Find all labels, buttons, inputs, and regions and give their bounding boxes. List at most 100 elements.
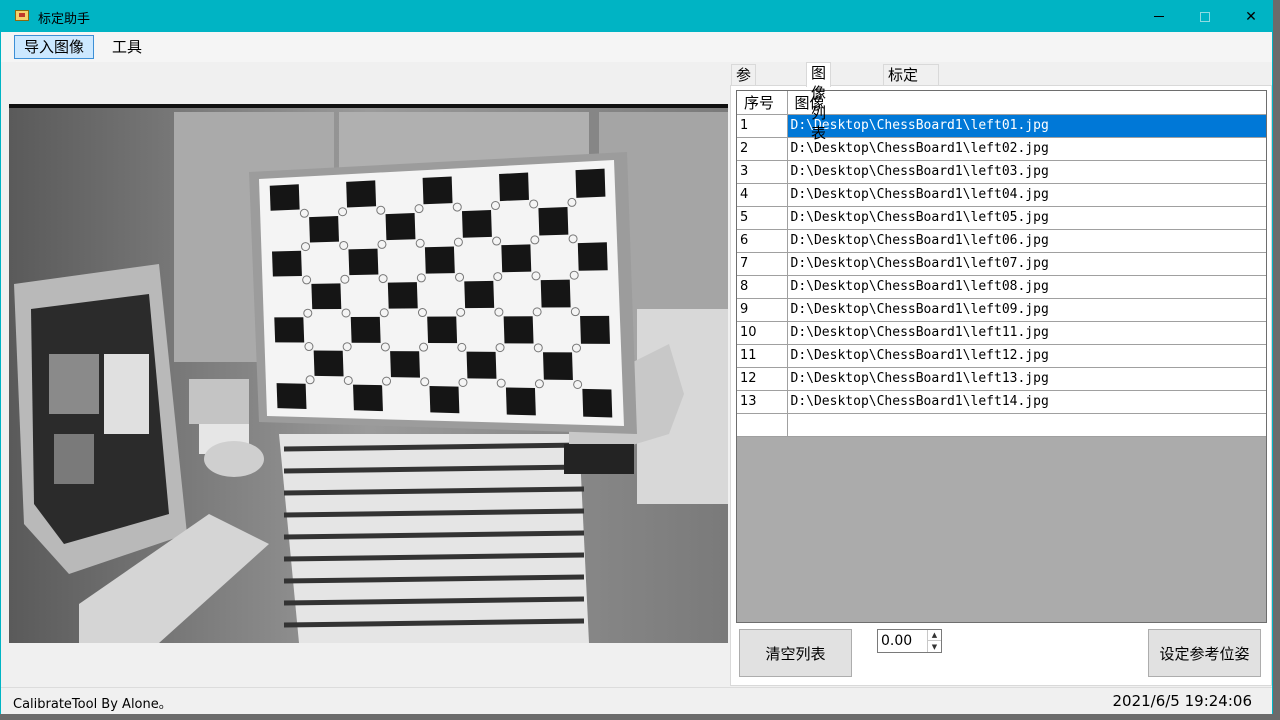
chessboard-square	[309, 215, 340, 243]
chessboard-square	[499, 172, 529, 202]
chessboard-square	[385, 212, 416, 241]
tab-panel: 序号 图像 1 D:\Desktop\ChessBoard1\left01.jpg…	[730, 85, 1272, 686]
chessboard-square	[311, 283, 342, 310]
chessboard-square	[461, 209, 492, 238]
chessboard-square	[505, 387, 536, 416]
menu-import-image[interactable]: 导入图像	[14, 35, 95, 59]
row-image-path[interactable]: D:\Desktop\ChessBoard1\left04.jpg	[787, 183, 1266, 207]
row-index[interactable]: 11	[737, 344, 788, 368]
menu-bar: 导入图像 工具	[1, 32, 1272, 62]
status-datetime: 2021/6/5 19:24:06	[1112, 692, 1252, 710]
clear-list-button[interactable]: 清空列表	[739, 629, 852, 677]
row-index[interactable]	[737, 413, 788, 437]
row-image-path[interactable]: D:\Desktop\ChessBoard1\left14.jpg	[787, 390, 1266, 414]
chessboard-square	[313, 350, 344, 377]
minimize-button[interactable]	[1136, 1, 1182, 32]
close-button[interactable]: ✕	[1228, 1, 1274, 32]
table-row[interactable]: 5 D:\Desktop\ChessBoard1\left05.jpg	[737, 206, 1266, 230]
row-index[interactable]: 6	[737, 229, 788, 253]
chessboard-square	[353, 384, 383, 412]
table-row[interactable]: 12 D:\Desktop\ChessBoard1\left13.jpg	[737, 367, 1266, 391]
maximize-icon	[1200, 11, 1210, 22]
menu-tools[interactable]: 工具	[102, 35, 152, 59]
row-image-path[interactable]: D:\Desktop\ChessBoard1\left12.jpg	[787, 344, 1266, 368]
chessboard-square	[580, 315, 610, 344]
chessboard-square	[348, 248, 379, 276]
spinner-arrows: ▲ ▼	[927, 630, 941, 652]
table-row[interactable]: 3 D:\Desktop\ChessBoard1\left03.jpg	[737, 160, 1266, 184]
chessboard-square	[503, 316, 534, 344]
chessboard-square	[540, 279, 571, 308]
row-index[interactable]: 3	[737, 160, 788, 184]
tab-parameters[interactable]: 参数设置	[731, 64, 757, 144]
column-header-image[interactable]: 图像	[787, 91, 1266, 115]
title-bar[interactable]: 标定助手 ✕	[1, 1, 1272, 32]
row-index[interactable]: 5	[737, 206, 788, 230]
row-index[interactable]: 9	[737, 298, 788, 322]
minimize-icon	[1154, 16, 1164, 17]
chessboard-square	[501, 244, 532, 273]
chessboard-square	[424, 246, 455, 274]
chessboard-square	[422, 176, 453, 205]
chessboard-square	[269, 184, 300, 211]
chessboard-square	[542, 352, 573, 381]
row-index[interactable]: 12	[737, 367, 788, 391]
chessboard-square	[538, 206, 569, 236]
spinner-value[interactable]: 0.00	[881, 633, 912, 649]
image-list-grid[interactable]: 序号 图像 1 D:\Desktop\ChessBoard1\left01.jpg…	[736, 90, 1267, 623]
table-row[interactable]: 8 D:\Desktop\ChessBoard1\left08.jpg	[737, 275, 1266, 299]
row-image-path[interactable]: D:\Desktop\ChessBoard1\left11.jpg	[787, 321, 1266, 345]
table-row[interactable]: 10 D:\Desktop\ChessBoard1\left11.jpg	[737, 321, 1266, 345]
row-image-path[interactable]: D:\Desktop\ChessBoard1\left06.jpg	[787, 229, 1266, 253]
row-index[interactable]: 4	[737, 183, 788, 207]
chessboard-square	[427, 316, 458, 344]
row-image-path[interactable]: D:\Desktop\ChessBoard1\left01.jpg	[787, 114, 1266, 138]
table-row[interactable]: 7 D:\Desktop\ChessBoard1\left07.jpg	[737, 252, 1266, 276]
row-image-path[interactable]: D:\Desktop\ChessBoard1\left09.jpg	[787, 298, 1266, 322]
set-reference-pose-button[interactable]: 设定参考位姿	[1148, 629, 1261, 677]
row-image-path[interactable]: D:\Desktop\ChessBoard1\left03.jpg	[787, 160, 1266, 184]
row-index[interactable]: 13	[737, 390, 788, 414]
chessboard-square	[577, 242, 608, 271]
chessboard-square	[582, 388, 613, 418]
close-icon: ✕	[1245, 8, 1257, 25]
row-index[interactable]: 8	[737, 275, 788, 299]
chessboard-square	[350, 316, 381, 343]
row-index[interactable]: 7	[737, 252, 788, 276]
row-image-path[interactable]: D:\Desktop\ChessBoard1\left08.jpg	[787, 275, 1266, 299]
tab-image-list[interactable]: 图像列表	[806, 62, 832, 142]
chessboard-square	[429, 386, 460, 414]
table-row[interactable]: 4 D:\Desktop\ChessBoard1\left04.jpg	[737, 183, 1266, 207]
row-image-path[interactable]	[787, 413, 1266, 437]
calibration-image	[9, 104, 728, 643]
table-row[interactable]: 9 D:\Desktop\ChessBoard1\left09.jpg	[737, 298, 1266, 322]
table-row[interactable]: 13 D:\Desktop\ChessBoard1\left14.jpg	[737, 390, 1266, 414]
row-image-path[interactable]: D:\Desktop\ChessBoard1\left02.jpg	[787, 137, 1266, 161]
row-index[interactable]: 2	[737, 137, 788, 161]
window-title: 标定助手	[38, 12, 91, 27]
chessboard-square	[276, 383, 307, 409]
table-row[interactable]: 11 D:\Desktop\ChessBoard1\left12.jpg	[737, 344, 1266, 368]
chessboard-square	[390, 351, 421, 378]
chessboard-square	[466, 351, 497, 379]
row-index[interactable]: 1	[737, 114, 788, 138]
tab-calibrate[interactable]: 标定	[883, 64, 939, 86]
maximize-button[interactable]	[1182, 1, 1228, 32]
row-image-path[interactable]: D:\Desktop\ChessBoard1\left13.jpg	[787, 367, 1266, 391]
chessboard-square	[464, 280, 495, 309]
row-image-path[interactable]: D:\Desktop\ChessBoard1\left05.jpg	[787, 206, 1266, 230]
row-index[interactable]: 10	[737, 321, 788, 345]
chessboard-square	[575, 168, 606, 198]
table-row[interactable]: 6 D:\Desktop\ChessBoard1\left06.jpg	[737, 229, 1266, 253]
value-spinner[interactable]: 0.00 ▲ ▼	[877, 629, 942, 653]
image-viewer[interactable]	[9, 104, 728, 643]
table-row-empty[interactable]	[737, 413, 1266, 437]
status-credit: CalibrateTool By Alone。	[13, 697, 172, 712]
status-bar: CalibrateTool By Alone。 2021/6/5 19:24:0…	[1, 687, 1272, 714]
spinner-down-icon[interactable]: ▼	[928, 641, 941, 652]
row-image-path[interactable]: D:\Desktop\ChessBoard1\left07.jpg	[787, 252, 1266, 276]
chessboard-square	[346, 180, 377, 208]
app-icon	[15, 10, 29, 21]
column-header-index[interactable]: 序号	[737, 91, 788, 115]
app-window: 标定助手 ✕ 导入图像 工具 参 图像列表 标定 序号 图像 1 D:\Desk…	[0, 0, 1273, 714]
